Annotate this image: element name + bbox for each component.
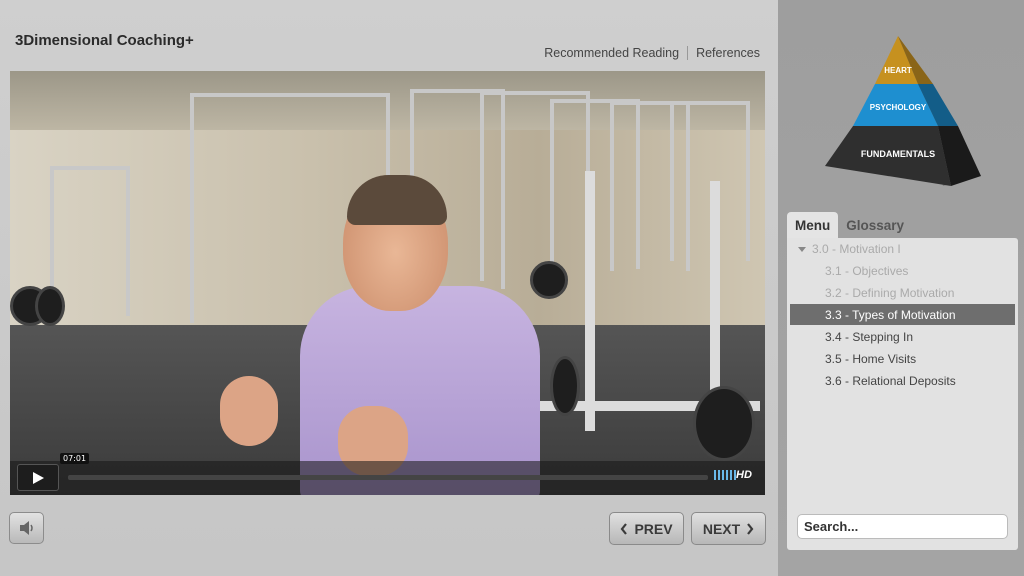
volume-level-icon[interactable] xyxy=(714,470,736,480)
menu-item-stepping-in[interactable]: 3.4 - Stepping In xyxy=(790,326,1015,347)
pyramid-fundamentals-label: FUNDAMENTALS xyxy=(861,149,935,159)
header-links: Recommended Reading References xyxy=(544,46,760,60)
speaker-icon xyxy=(19,521,33,535)
menu-item-types-of-motivation[interactable]: 3.3 - Types of Motivation xyxy=(790,304,1015,325)
triangle-down-icon xyxy=(798,246,806,252)
video-player[interactable]: 07:01 HD xyxy=(10,71,765,495)
app-title: 3Dimensional Coaching+ xyxy=(15,32,194,49)
play-button[interactable] xyxy=(17,464,59,491)
video-progress-bar[interactable] xyxy=(68,475,708,480)
course-pyramid-logo: HEART PSYCHOLOGY FUNDAMENTALS xyxy=(825,36,981,186)
pyramid-psychology-label: PSYCHOLOGY xyxy=(870,103,927,112)
audio-toggle-button[interactable] xyxy=(9,512,44,544)
references-link[interactable]: References xyxy=(696,46,760,60)
tab-menu[interactable]: Menu xyxy=(787,212,839,238)
video-controls: 07:01 HD xyxy=(10,453,765,495)
menu-item-relational-deposits[interactable]: 3.6 - Relational Deposits xyxy=(790,370,1015,391)
menu-item-label: 3.0 - Motivation I xyxy=(812,241,901,256)
pyramid-heart-label: HEART xyxy=(884,66,912,75)
timecode: 07:01 xyxy=(60,453,90,464)
recommended-reading-link[interactable]: Recommended Reading xyxy=(544,46,679,60)
play-icon xyxy=(33,471,44,484)
prev-button[interactable]: PREV xyxy=(609,512,684,545)
next-label: NEXT xyxy=(702,520,741,537)
hd-quality-toggle[interactable]: HD xyxy=(736,469,752,481)
chevron-right-icon xyxy=(747,522,754,535)
link-divider xyxy=(687,46,689,60)
main-content-area: 3Dimensional Coaching+ Recommended Readi… xyxy=(0,0,778,576)
search-input[interactable] xyxy=(797,514,1008,539)
sidebar-tabs: Menu Glossary xyxy=(787,212,912,238)
tab-glossary[interactable]: Glossary xyxy=(838,212,912,238)
prev-label: PREV xyxy=(634,520,673,537)
menu-item-home-visits[interactable]: 3.5 - Home Visits xyxy=(790,348,1015,369)
chevron-left-icon xyxy=(621,522,628,535)
menu-section-motivation[interactable]: 3.0 - Motivation I xyxy=(790,238,1015,259)
menu-item-defining-motivation[interactable]: 3.2 - Defining Motivation xyxy=(790,282,1015,303)
menu-panel: 3.0 - Motivation I 3.1 - Objectives 3.2 … xyxy=(787,238,1018,550)
next-button[interactable]: NEXT xyxy=(691,512,766,545)
video-frame xyxy=(10,71,765,495)
menu-item-objectives[interactable]: 3.1 - Objectives xyxy=(790,260,1015,281)
